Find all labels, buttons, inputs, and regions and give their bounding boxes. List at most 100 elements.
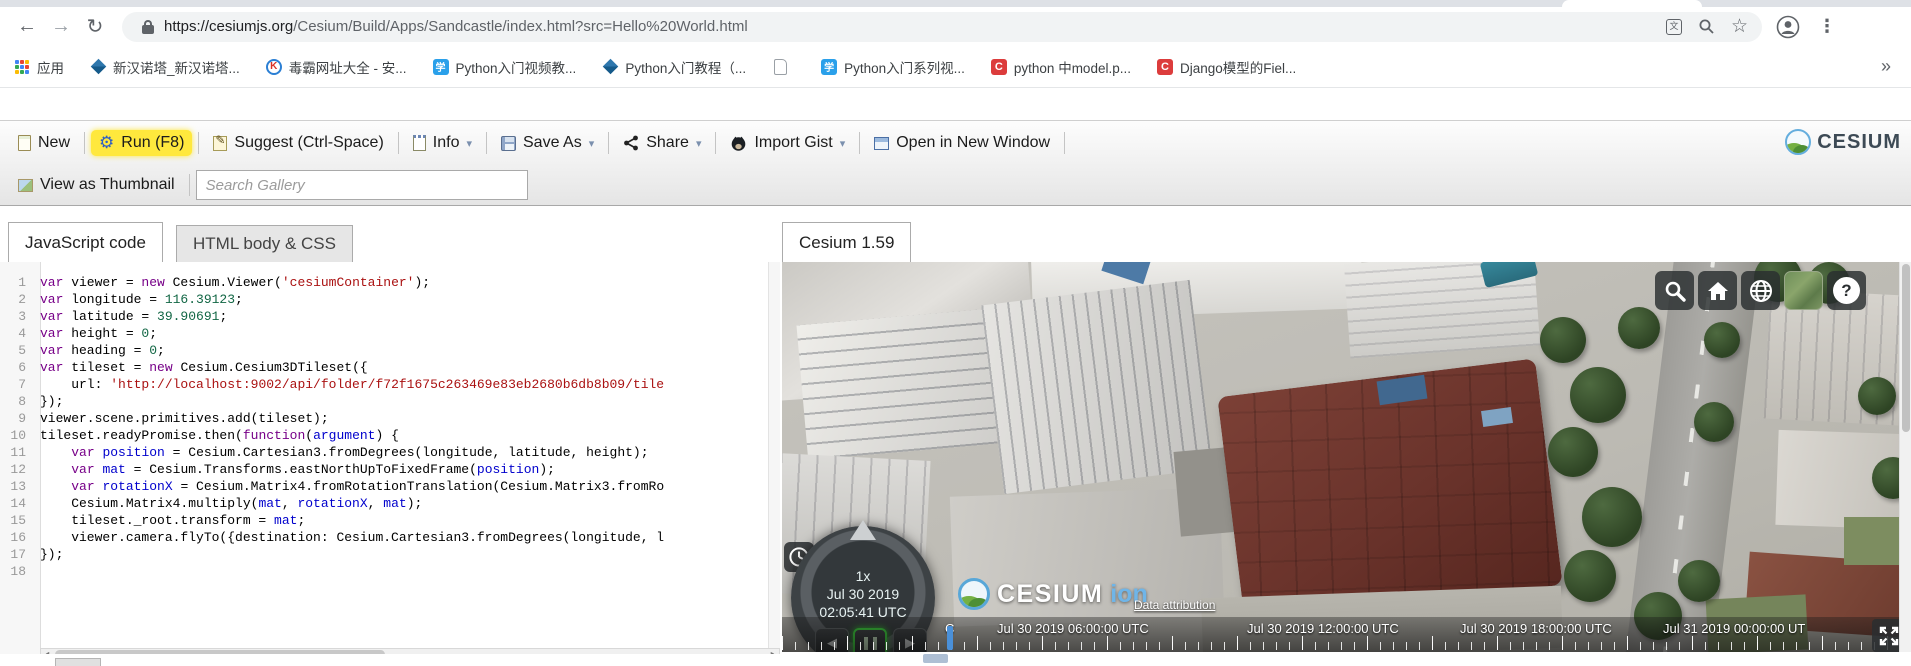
- bookmark-item[interactable]: Django模型的Fiel...: [1156, 57, 1296, 77]
- info-button[interactable]: Info ▾: [405, 130, 480, 156]
- code-line[interactable]: 9 viewer.scene.primitives.add(tileset);: [0, 410, 780, 427]
- url-text[interactable]: https://cesiumjs.org/Cesium/Build/Apps/S…: [164, 18, 748, 35]
- code-line[interactable]: 2 var longitude = 116.39123;: [0, 291, 780, 308]
- bookmark-item[interactable]: 毒霸网址大全 - 安...: [265, 57, 407, 77]
- reload-icon[interactable]: ↻: [78, 14, 112, 39]
- new-button[interactable]: New: [10, 130, 78, 156]
- editor-vertical-scrollbar[interactable]: [768, 262, 780, 648]
- scroll-left-icon[interactable]: ◂: [41, 649, 54, 654]
- shuttle-ring-pointer-icon[interactable]: [850, 520, 876, 540]
- code-line[interactable]: 4 var height = 0;: [0, 325, 780, 342]
- bookmark-item[interactable]: Python入门系列视...: [821, 57, 965, 77]
- help-button[interactable]: ?: [1827, 271, 1866, 310]
- code-line[interactable]: 11 var position = Cesium.Cartesian3.from…: [0, 444, 780, 461]
- cesium-brand[interactable]: CESIUM: [1785, 129, 1901, 155]
- avatar-icon[interactable]: [1776, 15, 1800, 39]
- sandcastle-subtoolbar: View as Thumbnail: [0, 165, 1911, 205]
- code-text: tileset.readyPromise.then(function(argum…: [40, 428, 399, 443]
- cesium-viewer-canvas[interactable]: ? 1x Jul 30 2019 02:05:41 UTC ◀ ▶ CESIUM: [782, 262, 1899, 652]
- share-button[interactable]: Share ▾: [615, 130, 709, 156]
- globe-icon: [1749, 279, 1772, 302]
- window-icon: [874, 136, 890, 150]
- bookmark-label: Python入门视频教...: [455, 60, 577, 76]
- toolbar-separator: [198, 132, 200, 154]
- code-text: url: 'http://localhost:9002/api/folder/f…: [40, 377, 665, 392]
- bookmark-item[interactable]: python 中model.p...: [990, 57, 1131, 77]
- fullscreen-button[interactable]: [1872, 619, 1899, 652]
- scene-tree: [1704, 322, 1740, 358]
- code-line[interactable]: 5 var heading = 0;: [0, 342, 780, 359]
- timeline[interactable]: C Jul 30 2019 06:00:00 UTC Jul 30 2019 1…: [782, 617, 1899, 652]
- browser-menu-icon[interactable]: ⋮: [1818, 16, 1848, 37]
- code-line[interactable]: 15 tileset._root.transform = mat;: [0, 512, 780, 529]
- open-new-window-button[interactable]: Open in New Window: [866, 130, 1058, 156]
- code-editor[interactable]: 1 var viewer = new Cesium.Viewer('cesiumC…: [0, 262, 780, 654]
- github-icon: [732, 136, 746, 151]
- code-text: var mat = Cesium.Transforms.eastNorthUpT…: [71, 462, 555, 477]
- home-button[interactable]: [1698, 271, 1737, 310]
- bookmark-item[interactable]: [772, 59, 795, 75]
- save-floppy-icon: [501, 135, 516, 151]
- apps-favicon-icon: [14, 59, 30, 75]
- run-button[interactable]: ⚙ Run (F8): [91, 130, 193, 156]
- code-line[interactable]: 12 var mat = Cesium.Transforms.eastNorth…: [0, 461, 780, 478]
- scrollbar-thumb[interactable]: [1902, 264, 1910, 432]
- search-gallery-input[interactable]: [195, 170, 528, 200]
- bookmark-item[interactable]: Python入门视频教...: [432, 57, 577, 77]
- code-line[interactable]: 8});: [0, 393, 780, 410]
- forward-icon[interactable]: →: [44, 15, 78, 38]
- line-number: 17: [10, 547, 26, 562]
- bookmarks-overflow-chevron[interactable]: »: [1881, 56, 1897, 77]
- bookmark-label: 毒霸网址大全 - 安...: [288, 60, 407, 76]
- view-thumbnail-button[interactable]: View as Thumbnail: [10, 172, 183, 198]
- code-line[interactable]: 7 url: 'http://localhost:9002/api/folder…: [0, 376, 780, 393]
- timeline-current-time-indicator[interactable]: [947, 626, 953, 650]
- chevron-down-icon: ▾: [695, 137, 702, 150]
- code-line[interactable]: 13 var rotationX = Cesium.Matrix4.fromRo…: [0, 478, 780, 495]
- search-icon: [1665, 281, 1686, 302]
- timeline-label: Jul 30 2019 12:00:00 UTC: [1247, 621, 1399, 636]
- bookmark-star-icon[interactable]: ☆: [1731, 17, 1748, 36]
- code-line[interactable]: 3 var latitude = 39.90691;: [0, 308, 780, 325]
- console-drawer-handle[interactable]: [923, 654, 948, 663]
- url-bar[interactable]: https://cesiumjs.org/Cesium/Build/Apps/S…: [122, 11, 1762, 42]
- browser-active-tab[interactable]: [1562, 0, 1702, 7]
- code-line[interactable]: 14 Cesium.Matrix4.multiply(mat, rotation…: [0, 495, 780, 512]
- bookmark-item[interactable]: Python入门教程（...: [602, 57, 746, 77]
- editor-horizontal-scrollbar[interactable]: ◂ ▸: [40, 648, 780, 654]
- code-line[interactable]: 16 viewer.camera.flyTo({destination: Ces…: [0, 529, 780, 546]
- base-layer-picker-button[interactable]: [1784, 271, 1823, 310]
- scene-tree: [1678, 560, 1720, 602]
- code-line[interactable]: 10 tileset.readyPromise.then(function(arg…: [0, 427, 780, 444]
- code-line[interactable]: 18: [0, 563, 780, 580]
- geocoder-search-button[interactable]: [1655, 271, 1694, 310]
- save-as-button[interactable]: Save As ▾: [493, 130, 602, 156]
- back-icon[interactable]: ←: [10, 15, 44, 38]
- code-line[interactable]: 6 var tileset = new Cesium.Cesium3DTilese…: [0, 359, 780, 376]
- code-text: var viewer = new Cesium.Viewer('cesiumCo…: [40, 275, 431, 290]
- data-attribution-link[interactable]: Data attribution: [1134, 598, 1215, 612]
- code-line[interactable]: 1 var viewer = new Cesium.Viewer('cesiumC…: [0, 274, 780, 291]
- page-scrollbar[interactable]: [1899, 262, 1911, 652]
- fullscreen-icon: [1879, 626, 1898, 645]
- code-line[interactable]: 17});: [0, 546, 780, 563]
- translate-icon[interactable]: 文: [1665, 18, 1682, 35]
- import-gist-button[interactable]: Import Gist ▾: [722, 130, 853, 156]
- bookmark-item[interactable]: 新汉诺塔_新汉诺塔...: [90, 57, 240, 77]
- bookmark-item[interactable]: 应用: [14, 57, 64, 77]
- viewer-toolbar: ?: [1655, 271, 1866, 310]
- tab-javascript-code[interactable]: JavaScript code: [8, 222, 163, 262]
- thumbnail-icon: [18, 178, 33, 192]
- scrollbar-thumb[interactable]: [55, 650, 385, 654]
- suggest-button[interactable]: Suggest (Ctrl-Space): [205, 130, 391, 156]
- scene-mode-button[interactable]: [1741, 271, 1780, 310]
- tab-html-body-css[interactable]: HTML body & CSS: [176, 225, 353, 262]
- console-handle[interactable]: [55, 658, 101, 666]
- scroll-right-icon[interactable]: ▸: [766, 649, 779, 654]
- line-number: 3: [18, 309, 26, 324]
- animation-date: Jul 30 2019: [826, 586, 900, 602]
- toolbar-separator: [486, 132, 487, 154]
- zoom-icon[interactable]: [1698, 18, 1715, 35]
- code-text: });: [40, 547, 64, 562]
- lock-icon[interactable]: [142, 19, 154, 34]
